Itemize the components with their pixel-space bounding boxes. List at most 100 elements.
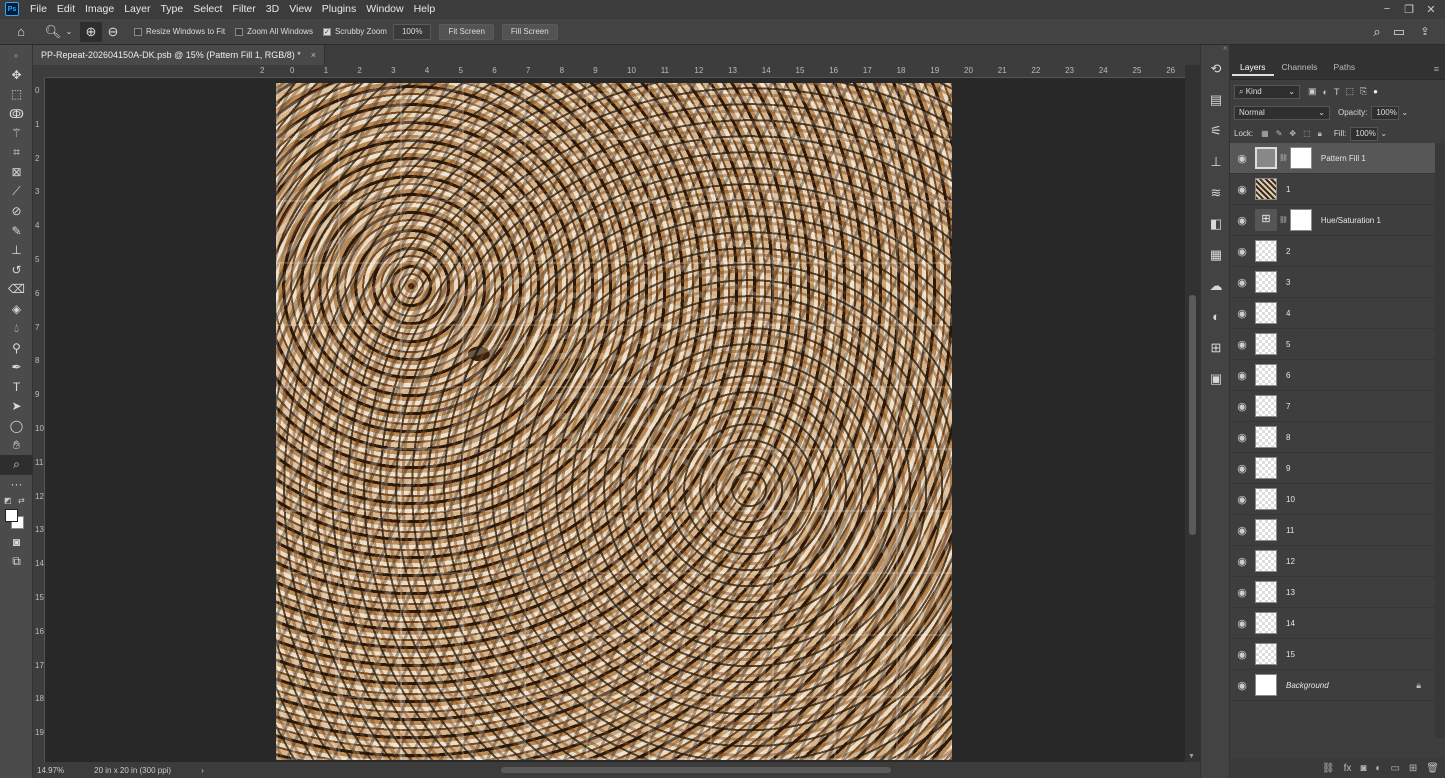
home-icon[interactable]: ⌂ xyxy=(10,22,32,42)
pen-tool-icon[interactable]: ✒ xyxy=(0,358,33,378)
filter-pixel-icon[interactable]: ▣ xyxy=(1308,86,1317,97)
layer-row[interactable]: ◉ 4 xyxy=(1230,298,1435,329)
layer-name[interactable]: 3 xyxy=(1286,278,1290,287)
filter-smart-object-icon[interactable]: ⎘ xyxy=(1360,86,1367,97)
layer-thumbnail[interactable] xyxy=(1255,426,1277,448)
layer-name[interactable]: 14 xyxy=(1286,619,1295,628)
layer-row[interactable]: ◉ 15 xyxy=(1230,639,1435,670)
menu-select[interactable]: Select xyxy=(188,0,227,18)
move-tool-icon[interactable]: ✥ xyxy=(0,65,33,85)
libraries-panel-icon[interactable]: ☁ xyxy=(1201,270,1231,301)
layer-thumbnail[interactable] xyxy=(1255,271,1277,293)
marquee-tool-icon[interactable]: ⬚ xyxy=(0,85,33,105)
adjustments-panel-icon[interactable]: ⚟ xyxy=(1201,115,1231,146)
layer-name[interactable]: 9 xyxy=(1286,464,1290,473)
quick-mask-icon[interactable]: ◙ xyxy=(0,532,33,552)
mask-link-icon[interactable]: ⛓︎ xyxy=(1279,216,1288,224)
layer-thumbnail[interactable] xyxy=(1255,178,1277,200)
visibility-eye-icon[interactable]: ◉ xyxy=(1230,245,1254,258)
close-tab-icon[interactable]: × xyxy=(311,50,316,60)
layer-thumbnail[interactable] xyxy=(1255,302,1277,324)
layer-row[interactable]: ◉ 8 xyxy=(1230,422,1435,453)
zoom-in-icon[interactable]: ⊕ xyxy=(80,21,102,42)
filter-kind-select[interactable]: ⌕ Kind ⌄ xyxy=(1234,84,1300,99)
layer-name[interactable]: 7 xyxy=(1286,402,1290,411)
restore-button[interactable]: ❐ xyxy=(1398,0,1420,18)
visibility-eye-icon[interactable]: ◉ xyxy=(1230,214,1254,227)
visibility-eye-icon[interactable]: ◉ xyxy=(1230,276,1254,289)
ruler-corner[interactable] xyxy=(33,65,45,78)
horizontal-ruler[interactable]: 2 0 1 2 3 4 5 6 7 8 9 10 11 12 13 14 15 16 17 18 19 20 21 22 23 2… xyxy=(45,65,1185,78)
color-panel-icon[interactable]: ◐ xyxy=(1201,301,1231,332)
layer-thumbnail[interactable] xyxy=(1255,364,1277,386)
layer-style-icon[interactable]: fx xyxy=(1344,763,1352,774)
history-panel-icon[interactable]: ⟲ xyxy=(1201,53,1231,84)
color-swatches[interactable]: ◩ ⇄ xyxy=(0,494,32,532)
menu-view[interactable]: View xyxy=(284,0,317,18)
layer-name[interactable]: 11 xyxy=(1286,526,1294,535)
fill-screen-button[interactable]: Fill Screen xyxy=(501,23,558,40)
healing-brush-tool-icon[interactable]: ⊘ xyxy=(0,202,33,222)
close-window-button[interactable]: ✕ xyxy=(1420,0,1442,18)
zoom-percent-field[interactable]: 100% xyxy=(392,23,432,40)
layer-name[interactable]: 2 xyxy=(1286,247,1290,256)
document-tab[interactable]: PP-Repeat-202604150A-DK.psb @ 15% (Patte… xyxy=(33,45,326,65)
layer-name[interactable]: Hue/Saturation 1 xyxy=(1321,216,1381,225)
canvas-area[interactable] xyxy=(45,78,1185,762)
menu-file[interactable]: File xyxy=(25,0,52,18)
layer-row[interactable]: ◉ ⊞ ⛓︎ Hue/Saturation 1 xyxy=(1230,205,1435,236)
menu-3d[interactable]: 3D xyxy=(261,0,284,18)
visibility-eye-icon[interactable]: ◉ xyxy=(1230,679,1254,692)
lock-all-icon[interactable]: 🔒︎ xyxy=(1318,129,1322,139)
filter-type-icon[interactable]: T xyxy=(1334,87,1340,97)
swap-colors-icon[interactable]: ⇄ xyxy=(18,496,25,505)
eraser-tool-icon[interactable]: ⌫ xyxy=(0,280,33,300)
zoom-level[interactable]: 14.97% xyxy=(37,766,64,775)
layer-thumbnail[interactable] xyxy=(1255,674,1277,696)
layer-name[interactable]: 5 xyxy=(1286,340,1290,349)
tab-layers[interactable]: Layers xyxy=(1232,58,1274,76)
clone-stamp-tool-icon[interactable]: ⊥ xyxy=(0,241,33,261)
fill-field[interactable]: 100% xyxy=(1350,126,1379,141)
layer-name[interactable]: 15 xyxy=(1286,650,1295,659)
menu-edit[interactable]: Edit xyxy=(52,0,80,18)
visibility-eye-icon[interactable]: ◉ xyxy=(1230,338,1254,351)
layer-thumbnail[interactable] xyxy=(1255,581,1277,603)
visibility-eye-icon[interactable]: ◉ xyxy=(1230,400,1254,413)
visibility-eye-icon[interactable]: ◉ xyxy=(1230,431,1254,444)
horizontal-scroll-thumb[interactable] xyxy=(501,767,891,773)
brush-settings-icon[interactable]: ≋ xyxy=(1201,177,1231,208)
workspace-icon[interactable]: ▭ xyxy=(1388,22,1410,42)
adjustment-layer-icon[interactable]: ◐ xyxy=(1375,763,1381,774)
layer-row[interactable]: ◉ 1 xyxy=(1230,174,1435,205)
layer-name[interactable]: 1 xyxy=(1286,185,1290,194)
chevron-down-icon[interactable]: ⌄ xyxy=(1401,108,1408,117)
menu-filter[interactable]: Filter xyxy=(227,0,260,18)
layer-name[interactable]: 12 xyxy=(1286,557,1295,566)
properties-panel-icon[interactable]: ▤ xyxy=(1201,84,1231,115)
layer-thumbnail[interactable] xyxy=(1255,550,1277,572)
layer-thumbnail[interactable] xyxy=(1255,643,1277,665)
new-group-icon[interactable]: ▭ xyxy=(1390,763,1399,774)
menu-type[interactable]: Type xyxy=(155,0,188,18)
visibility-eye-icon[interactable]: ◉ xyxy=(1230,152,1254,165)
magic-wand-tool-icon[interactable]: ⚚ xyxy=(0,124,33,144)
vertical-ruler[interactable]: 0 1 2 3 4 5 6 7 8 9 10 11 12 13 14 15 16 17 18 19 xyxy=(33,78,45,762)
actions-panel-icon[interactable]: ▣ xyxy=(1201,363,1231,394)
chevron-down-icon[interactable]: ⌄ xyxy=(64,22,74,42)
visibility-eye-icon[interactable]: ◉ xyxy=(1230,493,1254,506)
status-arrow-icon[interactable]: › xyxy=(201,766,204,775)
layer-row[interactable]: ◉ 14 xyxy=(1230,608,1435,639)
checkbox-box[interactable] xyxy=(134,27,142,36)
layer-name[interactable]: 4 xyxy=(1286,309,1290,318)
layer-thumbnail[interactable] xyxy=(1255,519,1277,541)
brush-tool-icon[interactable]: ✎ xyxy=(0,221,33,241)
layer-name[interactable]: Background xyxy=(1286,681,1329,690)
menu-image[interactable]: Image xyxy=(80,0,119,18)
menu-plugins[interactable]: Plugins xyxy=(317,0,361,18)
dodge-tool-icon[interactable]: ⚲ xyxy=(0,338,33,358)
layer-mask-thumbnail[interactable] xyxy=(1289,209,1312,231)
layer-name[interactable]: 13 xyxy=(1286,588,1295,597)
layer-name[interactable]: Pattern Fill 1 xyxy=(1321,154,1366,163)
layer-name[interactable]: 6 xyxy=(1286,371,1290,380)
